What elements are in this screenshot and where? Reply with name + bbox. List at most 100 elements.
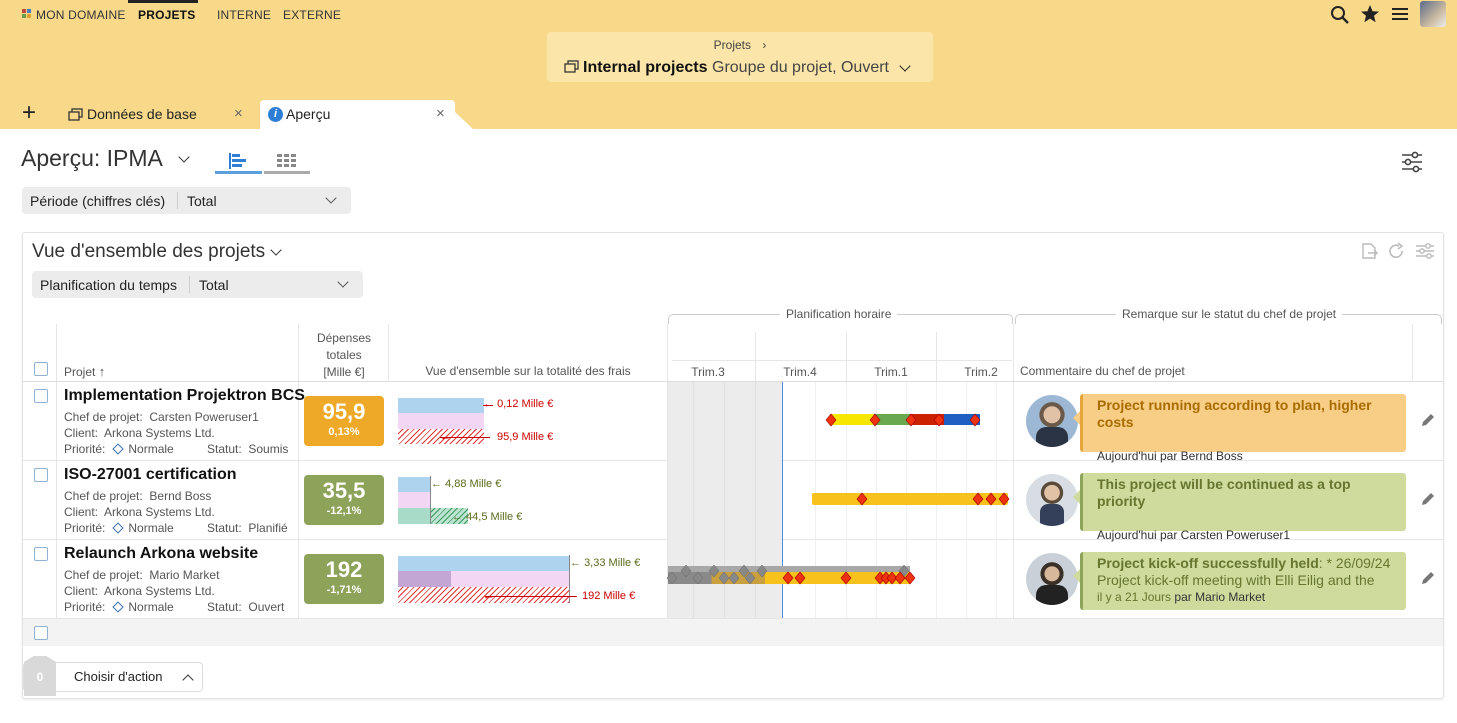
project-name[interactable]: Relaunch Arkona website (64, 545, 258, 563)
quarter-label: Trim.4 (783, 365, 817, 379)
close-icon[interactable]: × (436, 105, 445, 122)
kpi-badge[interactable]: 95,9 0,13% (304, 396, 384, 446)
quarter-label: Trim.2 (964, 365, 998, 379)
grid-icon (277, 154, 296, 167)
edit-pencil-icon[interactable] (1420, 571, 1435, 586)
sort-arrow-icon: ↑ (98, 364, 106, 379)
domain-icon (22, 9, 32, 19)
table-view-button[interactable] (264, 148, 310, 174)
edit-pencil-icon[interactable] (1420, 413, 1435, 428)
project-status: Planifié (248, 521, 288, 535)
breadcrumb-projets[interactable]: Projets (714, 38, 751, 52)
row-checkbox[interactable] (34, 547, 48, 561)
avatar (1026, 553, 1078, 605)
project-status: Soumis (248, 442, 289, 456)
comment-author: Aujourd'hui par Bernd Boss (1097, 449, 1243, 463)
user-avatar[interactable] (1420, 1, 1446, 27)
export-icon[interactable] (1360, 242, 1378, 260)
nav-projets[interactable]: PROJETS (138, 8, 195, 22)
panel-settings-icon[interactable] (1415, 242, 1435, 260)
gantt-view-button[interactable] (215, 148, 262, 174)
nav-externe[interactable]: EXTERNE (283, 8, 341, 22)
priority-diamond-icon (112, 522, 124, 534)
project-priority: Normale (128, 600, 174, 614)
page-subtitle: Groupe du projet, Ouvert (712, 59, 889, 76)
select-all-checkbox[interactable] (34, 362, 48, 376)
menu-icon[interactable] (1391, 6, 1409, 22)
kpi-badge[interactable]: 192 -1,71% (304, 554, 384, 604)
gantt-milestones (856, 492, 1010, 506)
cost-bar-forecast (451, 571, 569, 587)
title-box: Projets › Internal projects Groupe du pr… (547, 32, 933, 82)
project-client: Arkona Systems Ltd. (104, 505, 215, 519)
time-planning-value: Total (199, 277, 229, 293)
star-icon[interactable] (1360, 4, 1380, 24)
cost-bar-plan (398, 477, 430, 492)
edit-pencil-icon[interactable] (1420, 492, 1435, 507)
comment-bubble[interactable]: Project kick-off successfully held: * 26… (1080, 552, 1406, 610)
settings-sliders-icon[interactable] (1400, 150, 1424, 174)
project-priority: Normale (128, 521, 174, 535)
tab-label: Données de base (87, 106, 197, 122)
col-comment: Commentaire du chef de projet (1020, 364, 1185, 378)
priority-diamond-icon (112, 601, 124, 613)
cost-label-bottom: ← 95,9 Mille € (440, 431, 554, 443)
time-planning-select[interactable]: Planification du temps Total (32, 271, 363, 298)
project-group-icon (564, 60, 579, 73)
kpi-value: 35,5 (322, 478, 366, 503)
project-name[interactable]: Implementation Projektron BCS (64, 387, 305, 405)
nav-active-indicator (128, 0, 198, 3)
col-expenses-line: totales (326, 348, 362, 362)
add-tab-icon[interactable]: + (22, 99, 36, 127)
gantt-icon (229, 153, 246, 169)
cost-bar-forecast (398, 492, 430, 508)
quarter-label: Trim.3 (691, 365, 725, 379)
avatar (1026, 474, 1078, 526)
cost-bar-actual (398, 508, 430, 524)
comment-title: Project kick-off successfully held (1097, 555, 1319, 571)
comment-bubble[interactable]: This project will be continued as a top … (1080, 473, 1406, 542)
col-expenses-line: Dépenses (316, 331, 372, 345)
nav-interne[interactable]: INTERNE (217, 8, 271, 22)
project-manager: Carsten Poweruser1 (149, 410, 259, 424)
col-project-label: Projet (64, 365, 96, 379)
period-value: Total (187, 193, 217, 209)
cost-bar-spent (398, 571, 451, 587)
tab-label: Aperçu (286, 106, 331, 122)
comment-author: Aujourd'hui par Carsten Poweruser1 (1097, 528, 1291, 542)
row-checkbox[interactable] (34, 468, 48, 482)
project-name[interactable]: ISO-27001 certification (64, 466, 237, 484)
tab-donnees-de-base[interactable]: Données de base × (60, 100, 256, 129)
comment-time: il y a 21 Jours (1097, 590, 1172, 604)
close-icon[interactable]: × (234, 105, 243, 122)
col-overview: Vue d'ensemble sur la totalité des frais (425, 364, 631, 378)
comment-title-extra: : * 26/09/24 (1318, 555, 1391, 571)
cost-label-top: ← 3,33 Mille € (570, 557, 641, 569)
refresh-icon[interactable] (1387, 242, 1405, 260)
title-dropdown-icon[interactable] (899, 60, 911, 72)
nav-mon-domaine[interactable]: MON DOMAINE (36, 8, 126, 22)
kpi-percent: -12,1% (326, 505, 362, 517)
quarter-label: Trim.1 (874, 365, 908, 379)
time-planning-label: Planification du temps (40, 277, 177, 293)
project-client: Arkona Systems Ltd. (104, 426, 215, 440)
col-project[interactable]: Projet ↑ (64, 364, 105, 379)
cost-bar-forecast (398, 413, 484, 429)
cost-bar-plan (398, 556, 569, 571)
breadcrumb-separator: › (762, 38, 767, 52)
project-meta: Chef de projet: Carsten Poweruser1 Clien… (64, 410, 289, 456)
kpi-value: 95,9 (322, 399, 366, 424)
cost-bar-plan (398, 398, 484, 413)
view-title: Aperçu: IPMA (21, 145, 163, 171)
comment-body: Project kick-off meeting with Elli Eilig… (1097, 572, 1375, 588)
footer-checkbox[interactable] (34, 626, 48, 640)
comment-bubble[interactable]: Project running according to plan, highe… (1080, 394, 1406, 463)
status-group-header: Remarque sur le statut du chef de projet (1116, 307, 1343, 321)
kpi-badge[interactable]: 35,5 -12,1% (304, 475, 384, 525)
comment-author: par Mario Market (1174, 590, 1266, 604)
tab-apercu[interactable]: i Aperçu × (260, 100, 455, 129)
search-icon[interactable] (1330, 5, 1350, 25)
row-checkbox[interactable] (34, 389, 48, 403)
period-select[interactable]: Période (chiffres clés) Total (22, 187, 351, 214)
kpi-percent: 0,13% (328, 426, 360, 438)
